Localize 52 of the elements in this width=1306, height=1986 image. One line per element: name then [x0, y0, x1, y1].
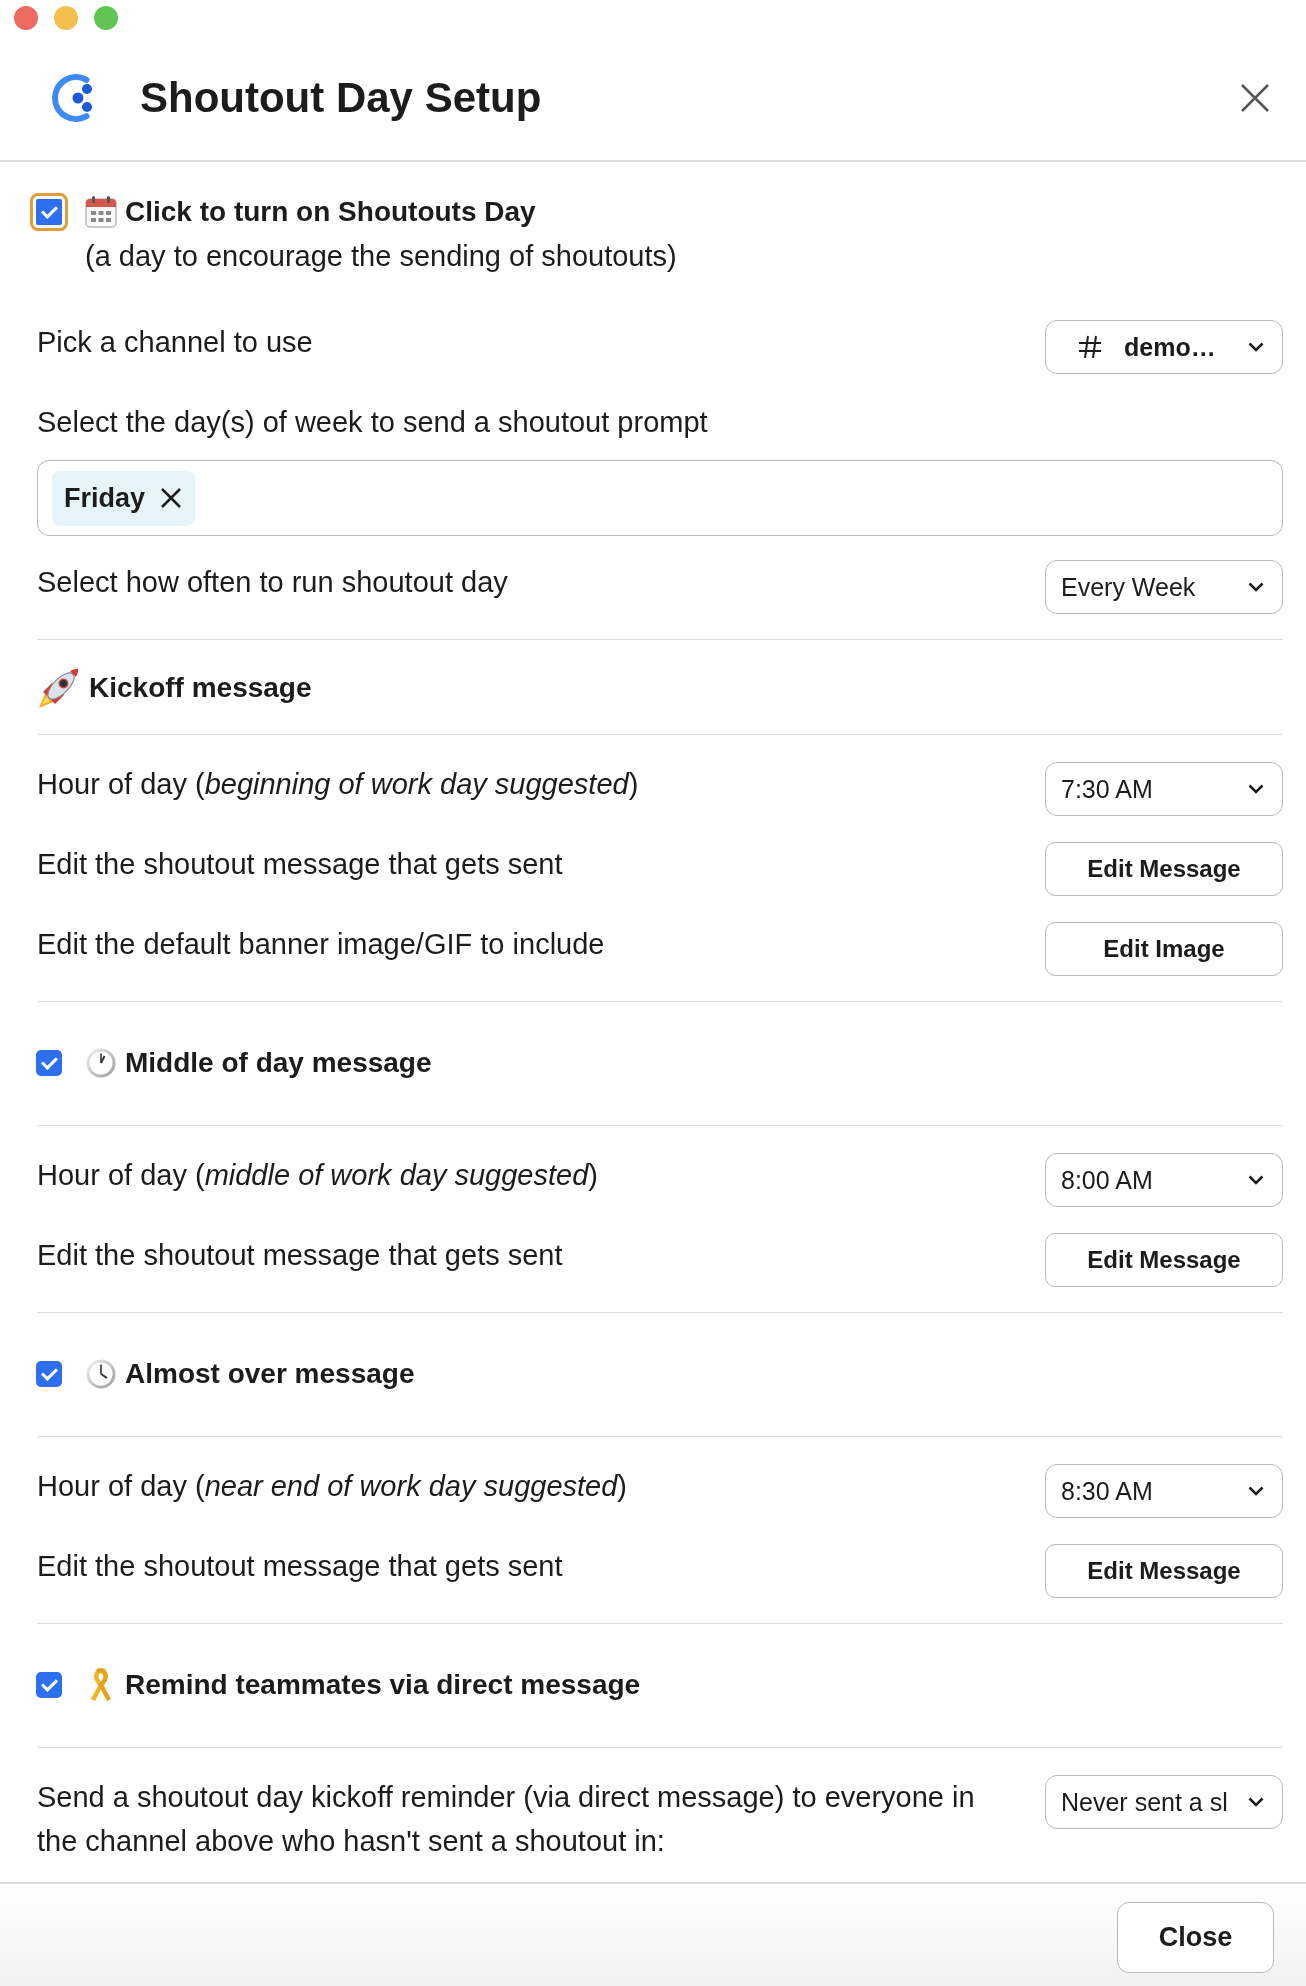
hash-icon [1078, 335, 1102, 359]
setting-label: Select the day(s) of week to send a shoutout prompt [37, 405, 708, 440]
dialog-title: Shoutout Day Setup [140, 73, 542, 123]
setting-label: Send a shoutout day kickoff reminder (via direct message) to everyone in the channel above who hasn't sent a shoutout in: [37, 1780, 976, 1859]
clock-icon [86, 1359, 116, 1389]
setting-label: Edit the shoutout message that gets sent [37, 847, 564, 882]
section-title: Kickoff message [89, 671, 312, 705]
setting-label: Hour of day (middle of work day suggested) [37, 1158, 599, 1193]
toggle-description: (a day to encourage the sending of shoutouts) [85, 239, 678, 274]
setting-label: Edit the shoutout message that gets sent [37, 1238, 564, 1273]
section-title: Middle of day message [125, 1046, 432, 1080]
chevron-down-icon [1248, 1175, 1264, 1185]
close-dialog-button[interactable] [1241, 84, 1269, 112]
close-window-button[interactable] [14, 6, 38, 30]
day-chip-label: Friday [64, 482, 146, 514]
channel-dropdown[interactable]: demo… [1045, 320, 1283, 374]
setting-label: Hour of day (beginning of work day suggested) [37, 767, 640, 802]
edit-button[interactable]: Edit Message [1045, 1233, 1283, 1287]
dropdown[interactable]: 8:30 AM [1045, 1464, 1283, 1518]
chevron-down-icon [1248, 1797, 1264, 1807]
checkbox[interactable] [36, 1672, 62, 1698]
rocket-icon [37, 666, 81, 710]
days-field[interactable]: Friday [37, 460, 1283, 536]
setting-label: Edit the shoutout message that gets sent [37, 1549, 564, 1584]
checkbox[interactable] [30, 193, 68, 231]
remove-icon[interactable] [161, 488, 182, 508]
close-button[interactable]: Close [1117, 1902, 1274, 1973]
edit-button[interactable]: Edit Message [1045, 1544, 1283, 1598]
setting-label: Select how often to run shoutout day [37, 565, 509, 600]
close-icon [1241, 84, 1269, 112]
setting-label: Pick a channel to use [37, 325, 314, 360]
chevron-down-icon [1248, 784, 1264, 794]
chevron-down-icon [1248, 1486, 1264, 1496]
checkbox[interactable] [36, 1361, 62, 1387]
edit-button[interactable]: Edit Image [1045, 922, 1283, 976]
checkbox[interactable] [36, 1050, 62, 1076]
dropdown[interactable]: Every Week [1045, 560, 1283, 614]
dropdown[interactable]: 7:30 AM [1045, 762, 1283, 816]
calendar-icon [85, 196, 117, 228]
logo-icon [52, 73, 94, 123]
clock-icon [86, 1048, 116, 1078]
setting-label: Hour of day (near end of work day suggested) [37, 1469, 629, 1504]
chevron-down-icon [1248, 582, 1264, 592]
edit-button[interactable]: Edit Message [1045, 842, 1283, 896]
section-title: Remind teammates via direct message [125, 1668, 641, 1702]
section-title: Almost over message [125, 1357, 415, 1391]
ribbon-icon [90, 1668, 112, 1702]
dropdown[interactable]: Never sent a sl [1045, 1775, 1283, 1829]
toggle-label: Click to turn on Shoutouts Day [125, 195, 536, 229]
chevron-down-icon [1248, 342, 1264, 352]
dropdown[interactable]: 8:00 AM [1045, 1153, 1283, 1207]
setting-label: Edit the default banner image/GIF to include [37, 927, 606, 962]
